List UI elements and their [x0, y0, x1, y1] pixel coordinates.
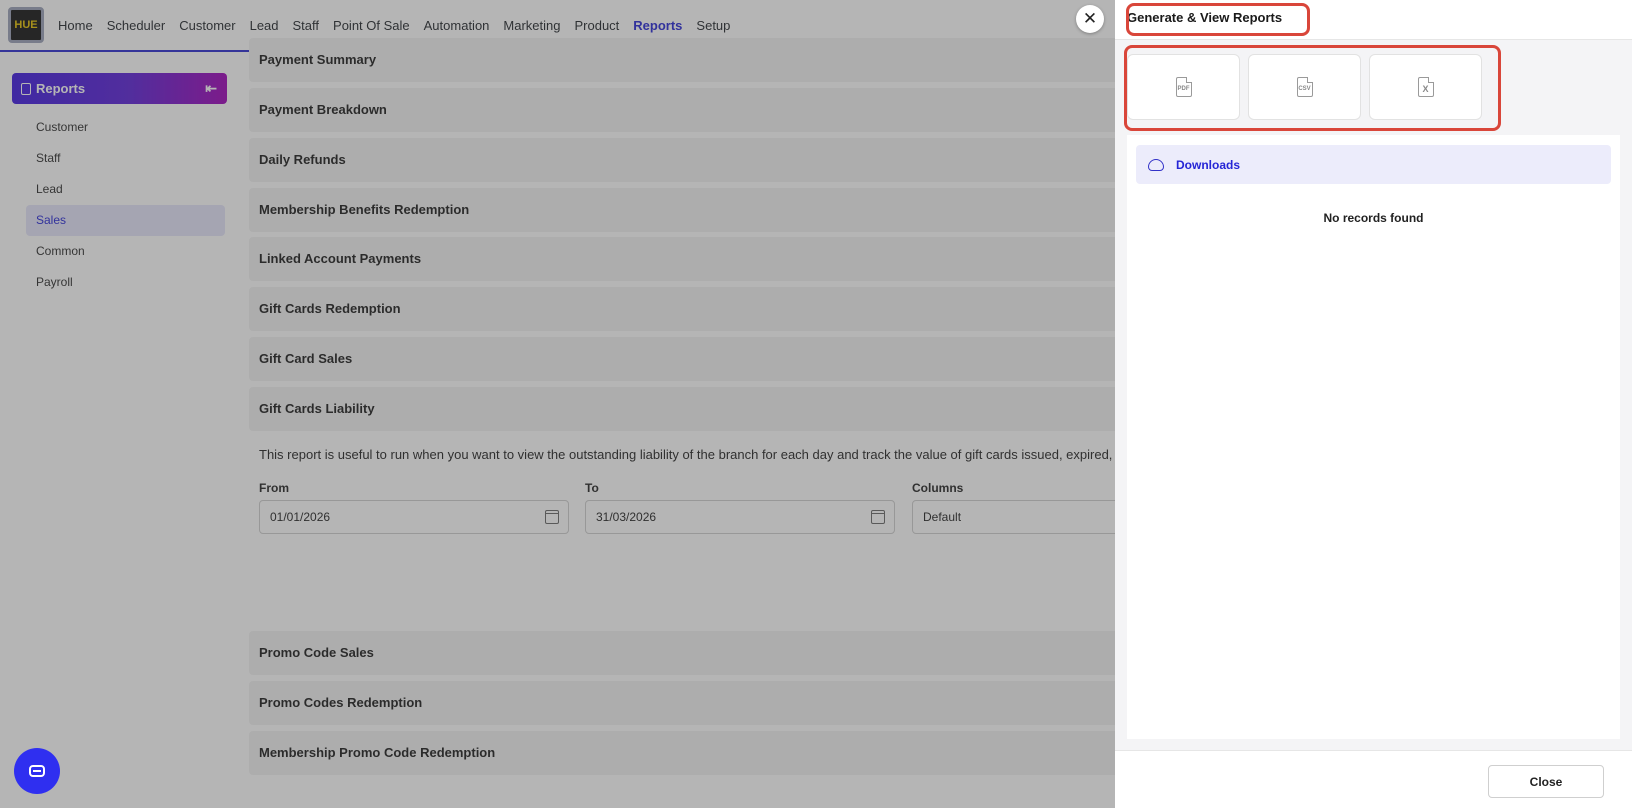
- nav-reports[interactable]: Reports: [633, 18, 682, 33]
- panel-header: Generate & View Reports: [1115, 0, 1632, 40]
- panel-footer: Close: [1115, 750, 1632, 808]
- nav-setup[interactable]: Setup: [696, 18, 730, 33]
- company-logo[interactable]: HUE: [8, 7, 44, 43]
- document-icon: [21, 82, 31, 95]
- sidebar-item-customer[interactable]: Customer: [26, 112, 225, 143]
- columns-value: Default: [923, 510, 962, 524]
- chat-button[interactable]: [14, 748, 60, 794]
- nav-customer[interactable]: Customer: [179, 18, 235, 33]
- report-list: Payment Summary Payment Breakdown Daily …: [239, 38, 1167, 804]
- nav-point-of-sale[interactable]: Point Of Sale: [333, 18, 410, 33]
- collapse-sidebar-icon[interactable]: ⇤: [205, 80, 217, 97]
- nav-lead[interactable]: Lead: [250, 18, 279, 33]
- report-description: This report is useful to run when you wa…: [259, 447, 1168, 462]
- calendar-icon[interactable]: [545, 510, 559, 524]
- sidebar-list: Customer Staff Lead Sales Common Payroll: [26, 112, 225, 298]
- section-gift-card-sales[interactable]: Gift Card Sales: [249, 337, 1129, 381]
- title-highlight: [1126, 3, 1310, 36]
- columns-select[interactable]: Default: [912, 500, 1129, 534]
- downloads-header[interactable]: Downloads: [1136, 145, 1611, 184]
- reports-sidebar: Reports ⇤ Customer Staff Lead Sales Comm…: [4, 62, 231, 802]
- calendar-icon[interactable]: [871, 510, 885, 524]
- downloads-section: Downloads No records found: [1127, 135, 1620, 739]
- downloads-label: Downloads: [1176, 157, 1241, 172]
- section-payment-summary[interactable]: Payment Summary: [249, 38, 1129, 82]
- sidebar-item-common[interactable]: Common: [26, 236, 225, 267]
- sidebar-item-sales[interactable]: Sales: [26, 205, 225, 236]
- section-gift-cards-redemption[interactable]: Gift Cards Redemption: [249, 287, 1129, 331]
- section-promo-codes-redemption[interactable]: Promo Codes Redemption: [249, 681, 1129, 725]
- sidebar-item-lead[interactable]: Lead: [26, 174, 225, 205]
- sidebar-header: Reports ⇤: [12, 73, 227, 104]
- nav-automation[interactable]: Automation: [424, 18, 490, 33]
- sidebar-item-staff[interactable]: Staff: [26, 143, 225, 174]
- generate-reports-panel: Generate & View Reports PDF CSV X Downlo…: [1115, 0, 1632, 808]
- nav-marketing[interactable]: Marketing: [503, 18, 560, 33]
- logo-text: HUE: [14, 19, 38, 31]
- nav-home[interactable]: Home: [58, 18, 93, 33]
- section-membership-benefits-redemption[interactable]: Membership Benefits Redemption: [249, 188, 1129, 232]
- columns-label: Columns: [912, 481, 964, 495]
- to-date-field[interactable]: 31/03/2026: [585, 500, 895, 534]
- cloud-download-icon: [1148, 158, 1164, 171]
- close-button[interactable]: Close: [1488, 765, 1604, 798]
- sidebar-title: Reports: [36, 81, 86, 96]
- to-label: To: [585, 481, 599, 495]
- section-membership-promo-code-redemption[interactable]: Membership Promo Code Redemption: [249, 731, 1129, 775]
- to-date-value: 31/03/2026: [596, 510, 657, 524]
- section-linked-account-payments[interactable]: Linked Account Payments: [249, 237, 1129, 281]
- nav-product[interactable]: Product: [574, 18, 619, 33]
- formats-highlight: [1124, 45, 1501, 131]
- section-gift-cards-liability[interactable]: Gift Cards Liability: [249, 387, 1129, 431]
- nav-staff[interactable]: Staff: [293, 18, 320, 33]
- section-payment-breakdown[interactable]: Payment Breakdown: [249, 88, 1129, 132]
- from-date-field[interactable]: 01/01/2026: [259, 500, 569, 534]
- nav-menu: Home Scheduler Customer Lead Staff Point…: [58, 18, 744, 33]
- from-date-value: 01/01/2026: [270, 510, 331, 524]
- sidebar-item-payroll[interactable]: Payroll: [26, 267, 225, 298]
- section-promo-code-sales[interactable]: Promo Code Sales: [249, 631, 1129, 675]
- from-label: From: [259, 481, 289, 495]
- close-panel-button[interactable]: ✕: [1076, 5, 1104, 33]
- section-daily-refunds[interactable]: Daily Refunds: [249, 138, 1129, 182]
- nav-scheduler[interactable]: Scheduler: [107, 18, 166, 33]
- chat-icon: [29, 765, 45, 777]
- empty-state-text: No records found: [1323, 211, 1424, 225]
